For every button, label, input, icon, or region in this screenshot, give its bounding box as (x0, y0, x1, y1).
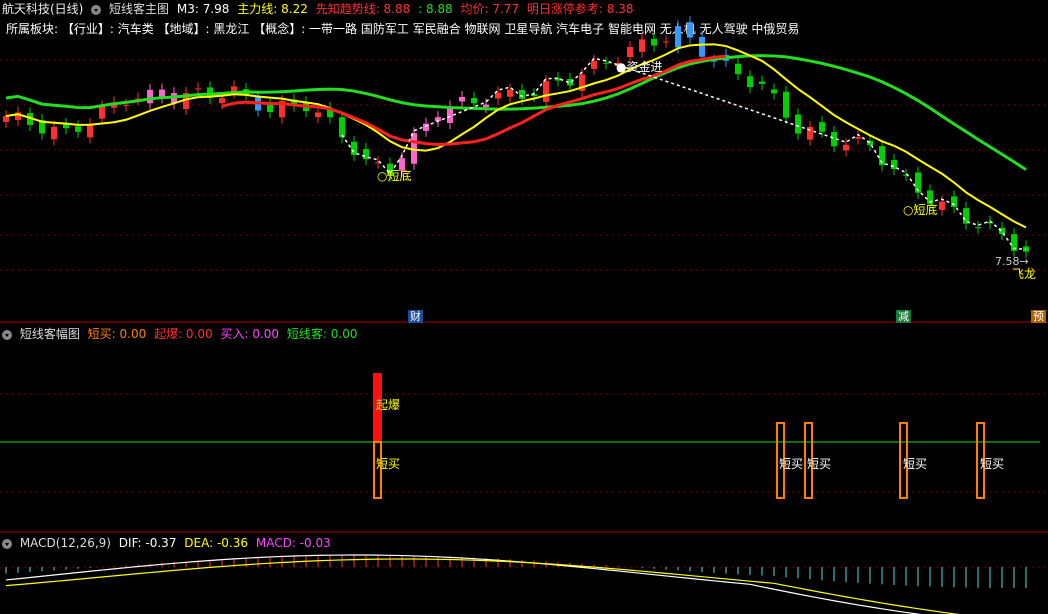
candle-body (639, 39, 645, 52)
candle-body (999, 227, 1005, 235)
trend-line-green (5, 54, 1027, 171)
zijin-label: ●资金进 (616, 60, 663, 74)
candle-body (687, 22, 693, 38)
candle-body (783, 91, 789, 118)
macd-title[interactable]: MACD(12,26,9) (20, 536, 111, 550)
candle-body (771, 89, 777, 94)
candle-body (939, 201, 945, 210)
ma-line-yellow (5, 43, 1027, 229)
candle-body (351, 141, 357, 155)
candle-body (795, 114, 801, 134)
dropdown-icon[interactable] (2, 538, 12, 549)
candle-body (471, 97, 477, 104)
candle-body (735, 63, 741, 75)
jian-badge[interactable]: 减 (896, 310, 911, 323)
candle-body (519, 89, 525, 99)
yu-badge[interactable]: 预 (1031, 310, 1046, 323)
candle-body (75, 126, 81, 132)
white-dotted-line (341, 57, 1027, 251)
duanmai-label: 短买 (980, 457, 1005, 471)
panel2-header: 短线客幅图 短买: 0.00 起爆: 0.00 买入: 0.00 短线客: 0.… (2, 327, 361, 341)
candle-body (591, 60, 597, 70)
duanmai-label: 短买 (376, 457, 401, 471)
candle-body (3, 116, 9, 122)
macd-header: MACD(12,26,9) DIF: -0.37 DEA: -0.36 MACD… (2, 536, 335, 550)
dropdown-icon[interactable] (2, 329, 12, 340)
duanmai-value: 短买: 0.00 (87, 327, 147, 341)
candle-body (51, 126, 57, 140)
dif-line (5, 554, 922, 614)
duanmai-label: 短买 (807, 457, 832, 471)
candle-body (219, 98, 225, 104)
cai-badge[interactable]: 财 (408, 310, 423, 323)
candle-body (315, 112, 321, 118)
qibao-value: 起爆: 0.00 (154, 327, 213, 341)
duandi-label-1: ○短底 (377, 169, 412, 183)
candle-body (147, 89, 153, 104)
candle-body (663, 41, 669, 43)
candle-body (267, 104, 273, 113)
mairu-value: 买入: 0.00 (220, 327, 280, 341)
candle-body (759, 81, 765, 84)
chart-canvas (0, 16, 1048, 614)
feilong-label: 飞龙 (1012, 267, 1037, 281)
candle-body (339, 117, 345, 138)
candle-body (423, 123, 429, 131)
candle-body (87, 124, 93, 138)
candle-body (675, 26, 681, 48)
candle-body (747, 76, 753, 88)
macd-value: MACD: -0.03 (255, 536, 331, 550)
duanmai-label: 短买 (779, 457, 804, 471)
duandi-label-2: ○短底 (903, 203, 938, 217)
candle-body (843, 144, 849, 151)
candle-body (543, 81, 549, 102)
candle-body (891, 160, 897, 170)
candle-body (483, 104, 489, 108)
candle-body (651, 38, 657, 46)
duanxianke-value: 短线客: 0.00 (286, 327, 358, 341)
dif-value: DIF: -0.37 (118, 536, 177, 550)
qibao-label: 起爆 (376, 398, 401, 412)
candle-body (819, 122, 825, 132)
dea-value: DEA: -0.36 (184, 536, 249, 550)
candle-body (123, 104, 129, 106)
candle-body (99, 106, 105, 119)
candle-body (507, 89, 513, 97)
candle-body (459, 96, 465, 102)
panel2-title[interactable]: 短线客幅图 (20, 327, 80, 341)
candle-body (603, 62, 609, 64)
candle-body (975, 227, 981, 229)
candle-body (855, 137, 861, 139)
duanmai-label: 短买 (903, 457, 928, 471)
candle-body (699, 36, 705, 57)
candle-body (195, 88, 201, 90)
candle-body (627, 46, 633, 58)
candle-body (495, 92, 501, 99)
